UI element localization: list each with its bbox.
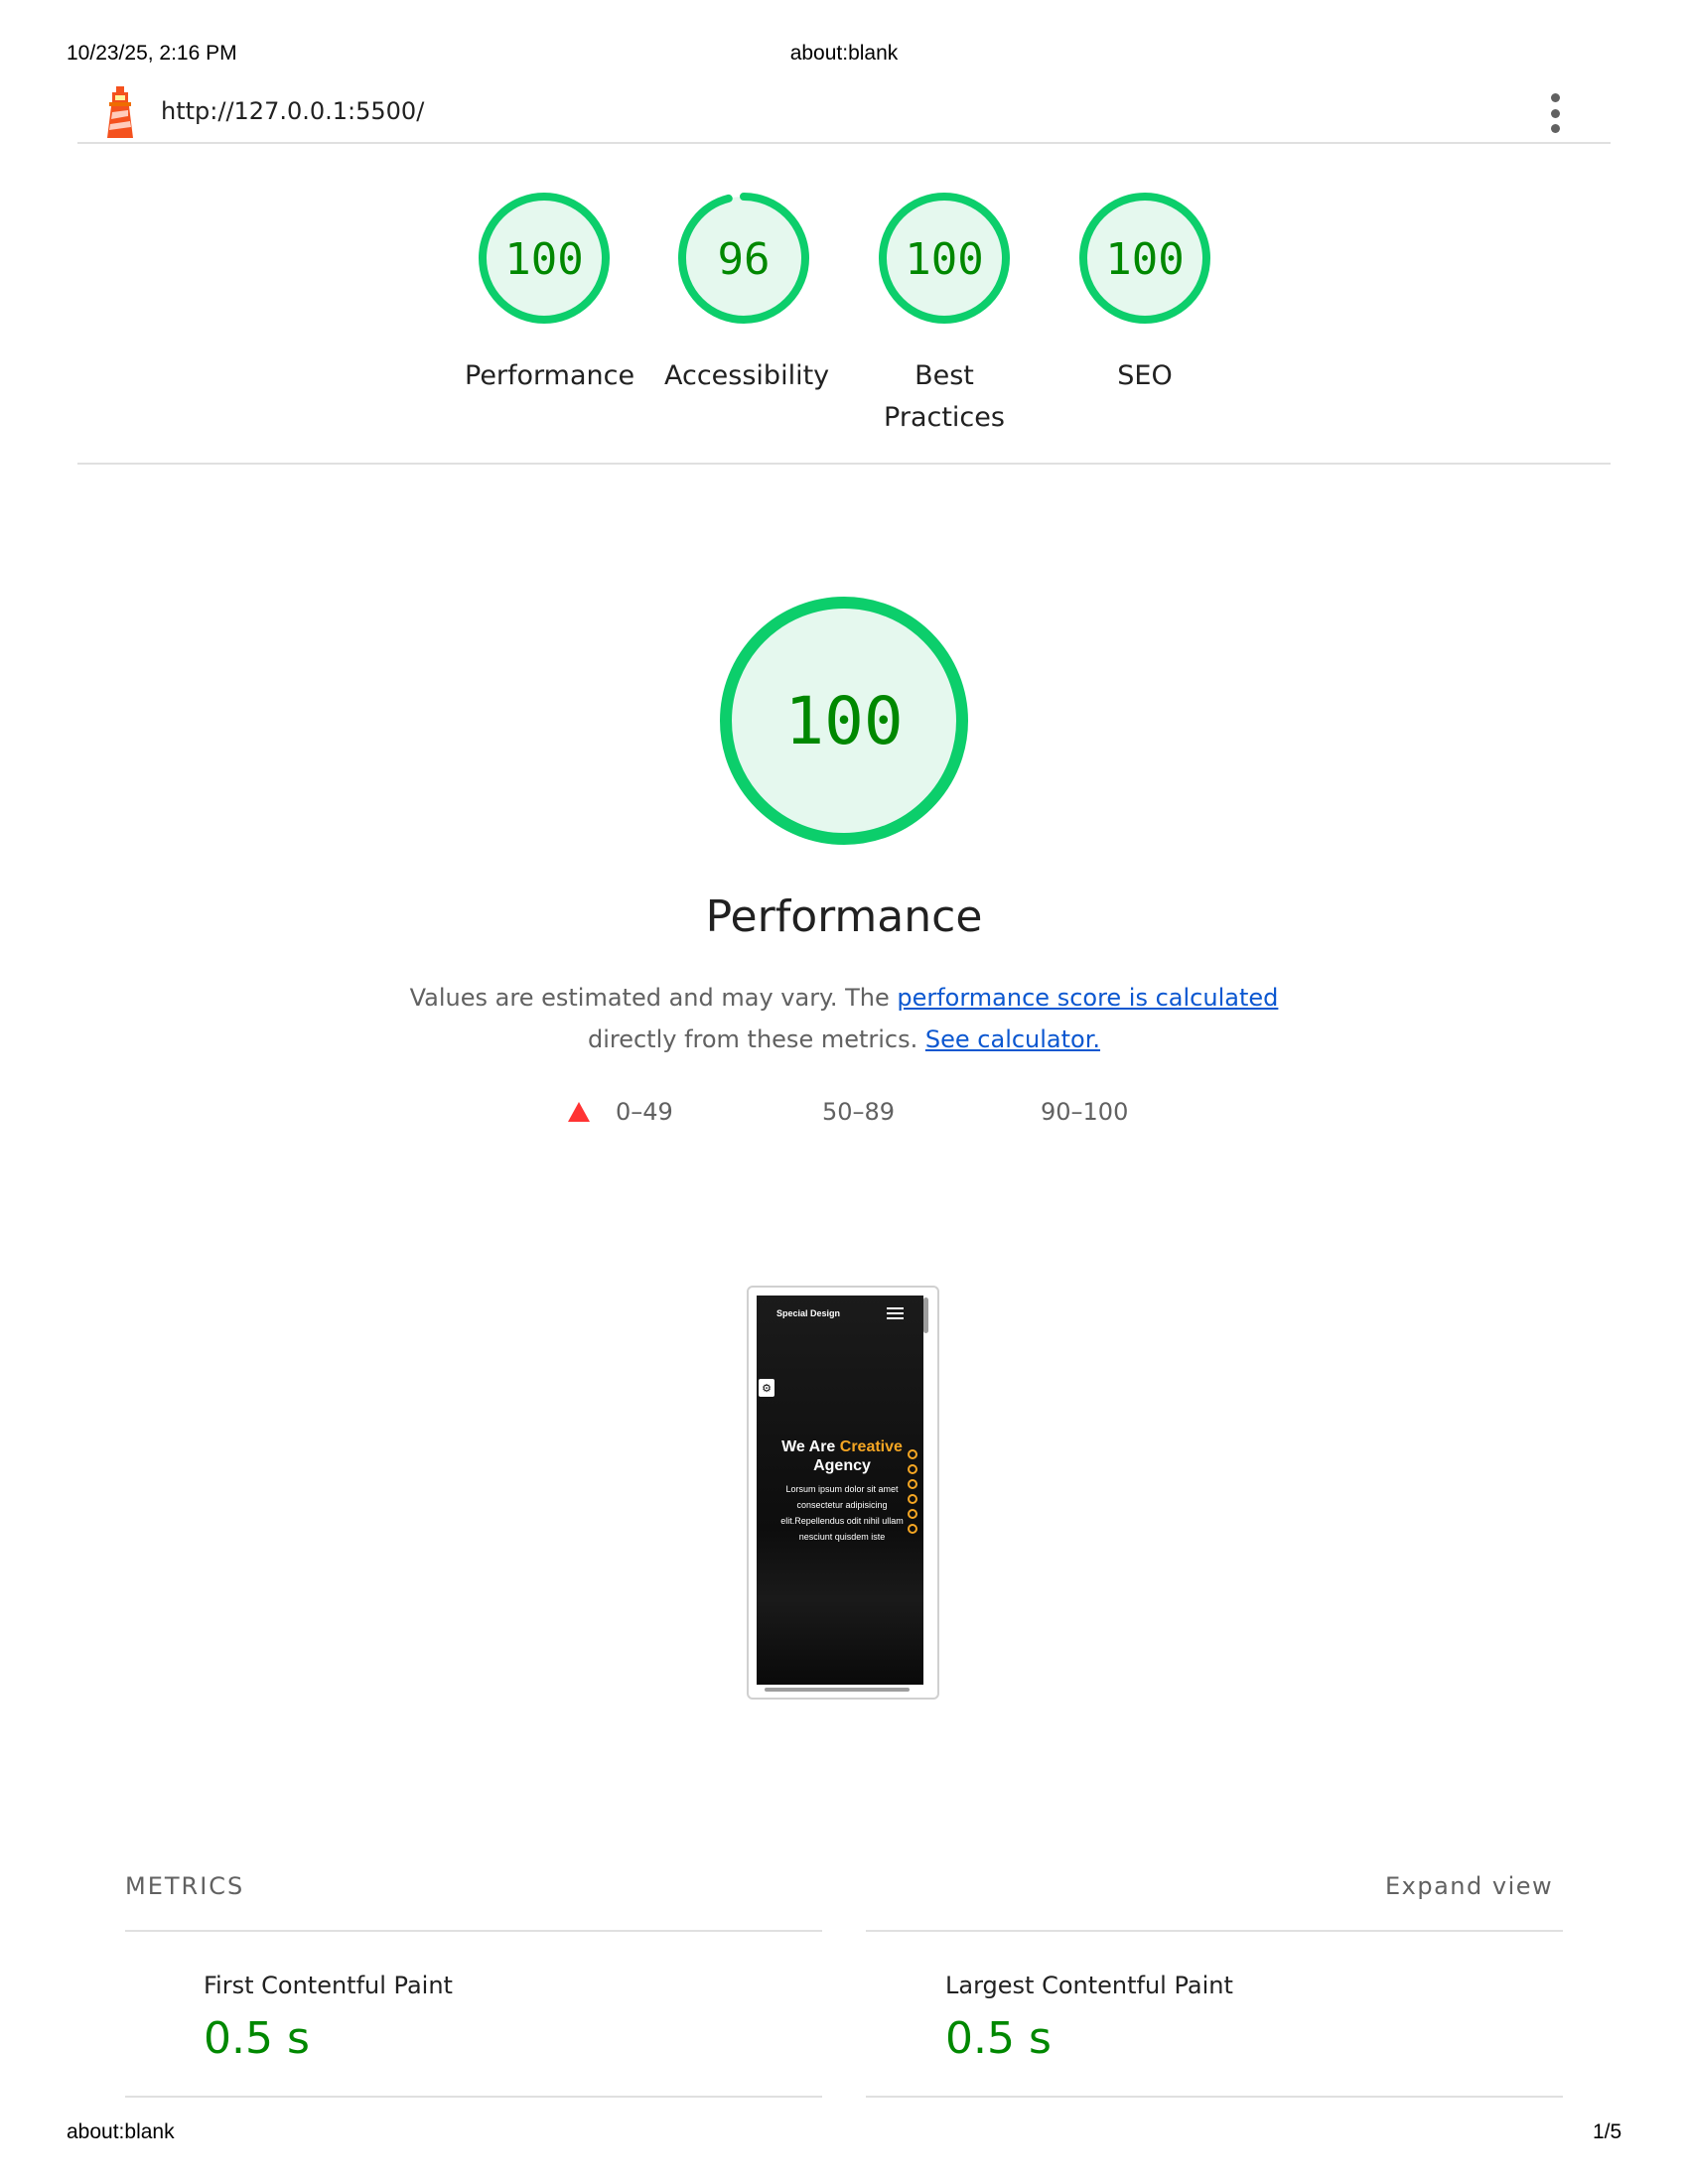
page-url: http://127.0.0.1:5500/: [161, 97, 425, 125]
metrics-title: METRICS: [125, 1872, 245, 1900]
print-footer-url: about:blank: [67, 2120, 175, 2143]
gauge-score: 100: [905, 234, 983, 285]
print-page-number: 1/5: [1593, 2120, 1622, 2143]
print-page-title: about:blank: [789, 42, 899, 65]
gauge-label: Best Practices: [865, 355, 1024, 439]
legend-pass: 90–100: [1041, 1098, 1128, 1126]
gauge-score: 96: [718, 234, 771, 285]
metric-divider: [866, 1930, 1563, 1932]
screenshot-hero-text: Lorsum ipsum dolor sit amet consectetur …: [780, 1484, 904, 1542]
desc-text-2: directly from these metrics.: [587, 1025, 918, 1053]
hero-title-prefix: We Are: [781, 1438, 840, 1455]
gauge-label-line1: Best: [914, 360, 974, 391]
legend-average: 50–89: [822, 1098, 895, 1126]
metric-label-lcp: Largest Contentful Paint: [945, 1972, 1233, 1999]
screenshot-hero-title: We Are Creative Agency: [767, 1437, 917, 1475]
metric-value-lcp: 0.5 s: [945, 2013, 1052, 2064]
gauge-best-practices[interactable]: 100 Best Practices: [865, 179, 1024, 439]
metric-value-fcp: 0.5 s: [204, 2013, 310, 2064]
hero-title-accent: Creative: [839, 1438, 903, 1455]
legend-range: 0–49: [616, 1098, 673, 1126]
metric-divider: [866, 2096, 1563, 2098]
gauge-seo[interactable]: 100 SEO: [1065, 179, 1224, 397]
screenshot-brand: Special Design: [776, 1308, 841, 1318]
slider-dots: [908, 1449, 917, 1534]
metric-divider: [125, 2096, 822, 2098]
topbar-divider: [77, 142, 1611, 144]
gauge-performance[interactable]: 100 Performance: [465, 179, 635, 397]
hamburger-icon: [887, 1307, 904, 1319]
lighthouse-icon: [103, 86, 137, 142]
gauge-label: Accessibility: [664, 360, 830, 391]
legend-fail: 0–49: [568, 1098, 673, 1126]
performance-title: Performance: [705, 891, 983, 942]
desc-text: Values are estimated and may vary. The: [409, 984, 898, 1012]
section-divider: [77, 463, 1611, 465]
gauge-label: SEO: [1117, 360, 1173, 391]
gauge-ring-icon: 100: [479, 193, 610, 324]
gauge-label-line2: Practices: [884, 402, 1005, 433]
metric-label-fcp: First Contentful Paint: [204, 1972, 453, 1999]
expand-view-toggle[interactable]: Expand view: [1385, 1872, 1553, 1900]
screenshot-scrollbar: [923, 1297, 928, 1333]
gauge-score: 100: [504, 234, 583, 285]
red-triangle-icon: [568, 1102, 590, 1122]
hero-title-suffix: Agency: [813, 1457, 871, 1474]
score-calculated-link[interactable]: performance score is calculated: [897, 984, 1278, 1012]
legend-range: 90–100: [1041, 1098, 1129, 1126]
legend-range: 50–89: [822, 1098, 896, 1126]
performance-big-gauge: 100: [718, 595, 970, 851]
gauge-score: 100: [1105, 234, 1184, 285]
metric-divider: [125, 1930, 822, 1932]
performance-description: Values are estimated and may vary. The p…: [397, 977, 1291, 1060]
gauge-ring-icon: 100: [1079, 193, 1210, 324]
gauge-label: Performance: [465, 360, 635, 391]
gauge-accessibility[interactable]: 96 Accessibility: [664, 179, 830, 397]
see-calculator-link[interactable]: See calculator.: [925, 1025, 1100, 1053]
gear-icon: ⚙: [759, 1379, 774, 1397]
kebab-menu-icon[interactable]: [1545, 93, 1565, 133]
screenshot-hscrollbar: [765, 1688, 910, 1692]
performance-score: 100: [784, 683, 903, 759]
gauge-ring-icon: 96: [678, 193, 809, 324]
gauge-ring-icon: 100: [879, 193, 1010, 324]
